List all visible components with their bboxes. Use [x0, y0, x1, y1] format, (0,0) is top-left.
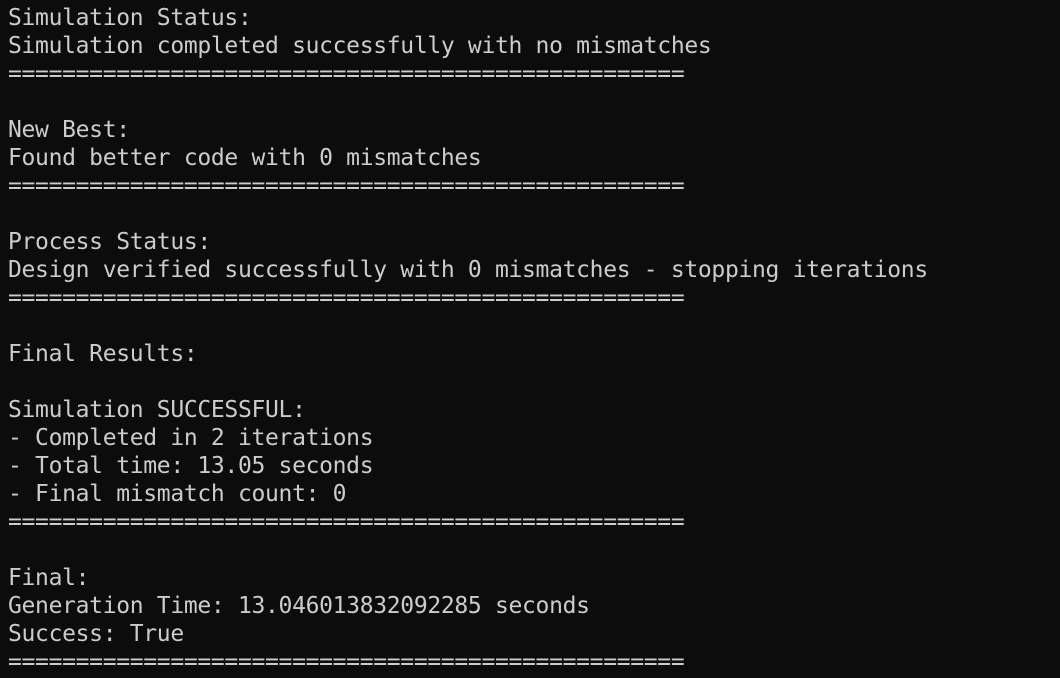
separator-line: ========================================… — [8, 285, 685, 311]
separator-line: ========================================… — [8, 649, 685, 675]
generation-time: Generation Time: 13.046013832092285 seco… — [8, 593, 590, 619]
separator-line: ========================================… — [8, 61, 685, 87]
simulation-result-heading: Simulation SUCCESSFUL: — [8, 397, 306, 423]
section-heading-process-status: Process Status: — [8, 229, 211, 255]
simulation-status-message: Simulation completed successfully with n… — [8, 33, 712, 59]
terminal-output[interactable]: Simulation Status: Simulation completed … — [0, 0, 1060, 678]
result-mismatch-count: - Final mismatch count: 0 — [8, 481, 347, 507]
separator-line: ========================================… — [8, 509, 685, 535]
section-heading-final: Final: — [8, 565, 90, 591]
result-iterations: - Completed in 2 iterations — [8, 425, 374, 451]
section-heading-simulation-status: Simulation Status: — [8, 5, 252, 31]
success-flag: Success: True — [8, 621, 184, 647]
separator-line: ========================================… — [8, 173, 685, 199]
new-best-message: Found better code with 0 mismatches — [8, 145, 482, 171]
section-heading-new-best: New Best: — [8, 117, 130, 143]
result-total-time: - Total time: 13.05 seconds — [8, 453, 374, 479]
process-status-message: Design verified successfully with 0 mism… — [8, 257, 928, 283]
section-heading-final-results: Final Results: — [8, 341, 198, 367]
